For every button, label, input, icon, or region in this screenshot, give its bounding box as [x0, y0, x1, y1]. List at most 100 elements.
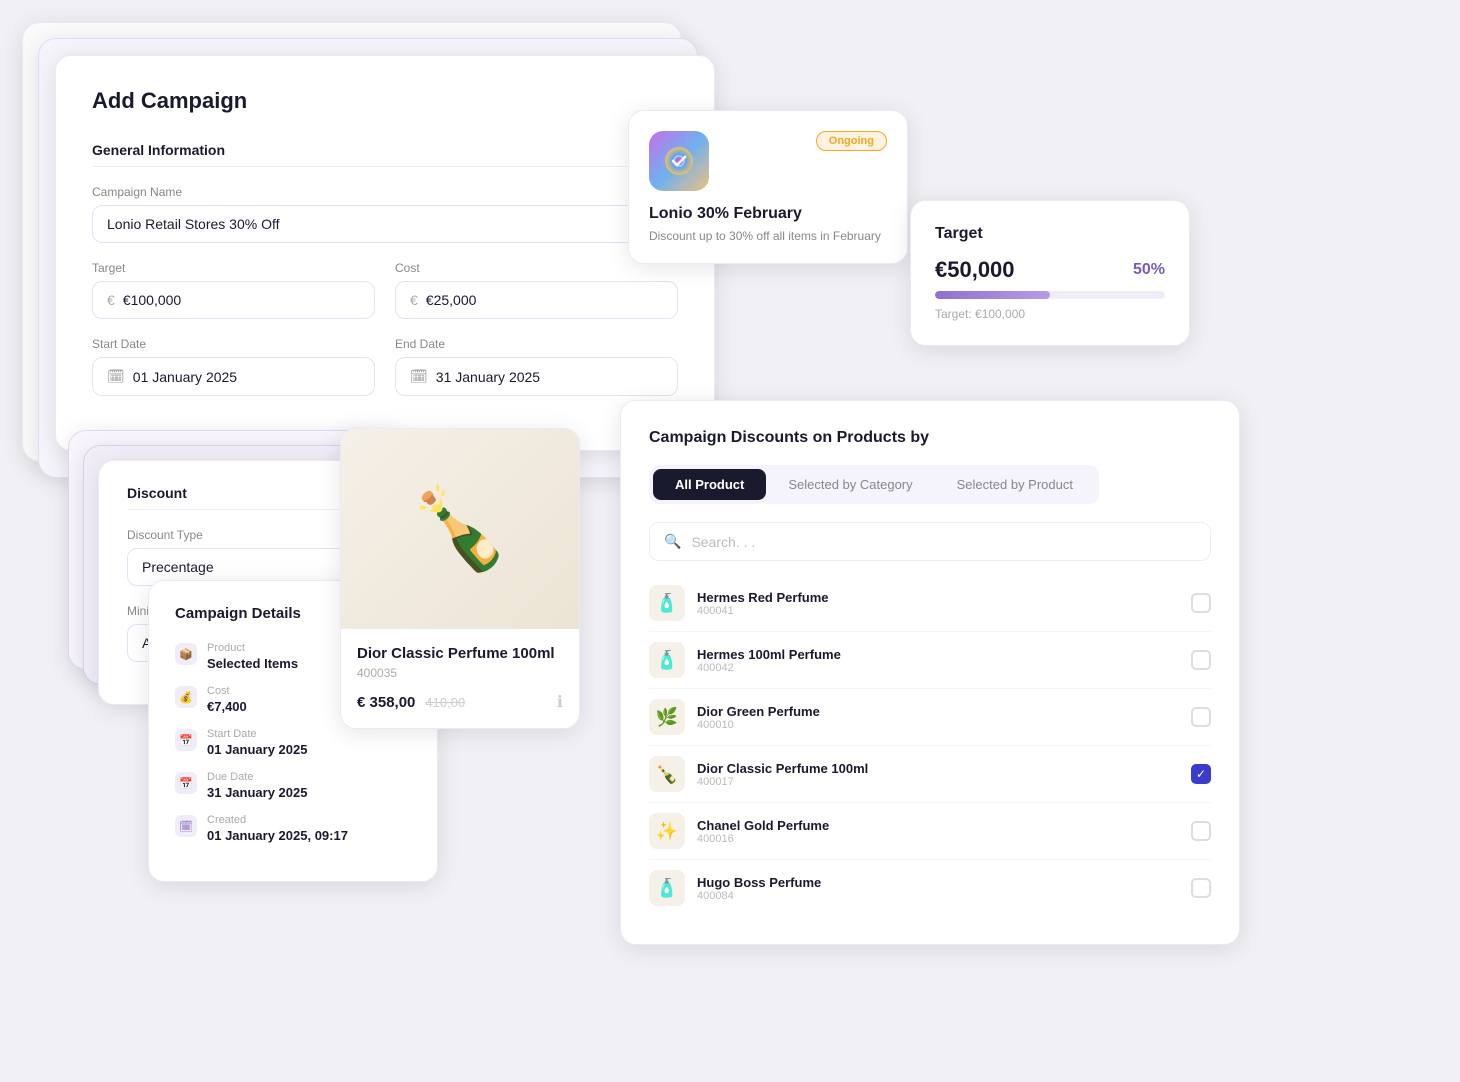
- target-card-title: Target: [935, 225, 1165, 243]
- ongoing-title: Lonio 30% February: [649, 205, 887, 223]
- search-icon: 🔍: [664, 533, 681, 550]
- list-item: ✨ Chanel Gold Perfume 400016: [649, 803, 1211, 860]
- start-calendar-icon: 🗓: [107, 368, 125, 385]
- detail-created-info: Created 01 January 2025, 09:17: [207, 814, 348, 843]
- detail-cost-value: €7,400: [207, 699, 247, 714]
- detail-created: 🗓 Created 01 January 2025, 09:17: [175, 814, 411, 843]
- product-name: Dior Classic Perfume 100ml: [357, 645, 563, 662]
- dates-row: Start Date 🗓 01 January 2025 End Date 🗓 …: [92, 337, 678, 414]
- detail-product-info: Product Selected Items: [207, 642, 298, 671]
- product-list-code-4: 400016: [697, 833, 1179, 845]
- end-date-value: 31 January 2025: [436, 369, 540, 385]
- list-item: 🧴 Hermes Red Perfume 400041: [649, 575, 1211, 632]
- detail-product-label: Product: [207, 642, 298, 654]
- product-list-info-3: Dior Classic Perfume 100ml 400017: [697, 761, 1179, 788]
- ongoing-header: Ongoing: [649, 131, 887, 191]
- product-list-code-5: 400084: [697, 890, 1179, 902]
- product-price-current: € 358,00: [357, 694, 415, 711]
- target-group: Target € €100,000: [92, 261, 375, 319]
- product-list-info-5: Hugo Boss Perfume 400084: [697, 875, 1179, 902]
- product-list-code-2: 400010: [697, 719, 1179, 731]
- checkbox-1[interactable]: [1191, 650, 1211, 670]
- cost-euro: €: [410, 292, 418, 308]
- cost-value: €25,000: [426, 292, 477, 308]
- target-cost-row: Target € €100,000 Cost € €25,000: [92, 261, 678, 337]
- product-price-old: 410,00: [425, 695, 465, 710]
- target-input[interactable]: € €100,000: [92, 281, 375, 319]
- discount-type-value: Precentage: [142, 559, 214, 575]
- detail-start-info: Start Date 01 January 2025: [207, 728, 307, 757]
- product-thumb-0: 🧴: [649, 585, 685, 621]
- end-date-group: End Date 🗓 31 January 2025: [395, 337, 678, 396]
- target-percent: 50%: [1133, 261, 1165, 279]
- detail-cost-label: Cost: [207, 685, 247, 697]
- product-list-info-1: Hermes 100ml Perfume 400042: [697, 647, 1179, 674]
- detail-start-label: Start Date: [207, 728, 307, 740]
- checkbox-2[interactable]: [1191, 707, 1211, 727]
- product-list-name-3: Dior Classic Perfume 100ml: [697, 761, 1179, 776]
- target-amount: €50,000: [935, 257, 1015, 283]
- tab-selected-by-category[interactable]: Selected by Category: [766, 469, 934, 500]
- end-date-label: End Date: [395, 337, 678, 351]
- cost-label: Cost: [395, 261, 678, 275]
- product-thumb-3: 🍾: [649, 756, 685, 792]
- detail-created-value: 01 January 2025, 09:17: [207, 828, 348, 843]
- end-date-input[interactable]: 🗓 31 January 2025: [395, 357, 678, 396]
- cost-group: Cost € €25,000: [395, 261, 678, 319]
- cost-icon: 💰: [175, 686, 197, 708]
- product-sku: 400035: [357, 666, 563, 680]
- product-list-info-2: Dior Green Perfume 400010: [697, 704, 1179, 731]
- target-card: Target €50,000 50% Target: €100,000: [910, 200, 1190, 346]
- detail-start-date: 📅 Start Date 01 January 2025: [175, 728, 411, 757]
- target-label: Target: €100,000: [935, 307, 1165, 321]
- target-label: Target: [92, 261, 375, 275]
- due-date-icon: 📅: [175, 772, 197, 794]
- list-item: 🌿 Dior Green Perfume 400010: [649, 689, 1211, 746]
- target-amount-row: €50,000 50%: [935, 257, 1165, 283]
- list-item: 🧴 Hermes 100ml Perfume 400042: [649, 632, 1211, 689]
- created-icon: 🗓: [175, 815, 197, 837]
- cost-input[interactable]: € €25,000: [395, 281, 678, 319]
- campaign-name-input[interactable]: Lonio Retail Stores 30% Off: [92, 205, 678, 243]
- start-date-label: Start Date: [92, 337, 375, 351]
- target-euro: €: [107, 292, 115, 308]
- list-item: 🧴 Hugo Boss Perfume 400084: [649, 860, 1211, 916]
- product-list-code-3: 400017: [697, 776, 1179, 788]
- search-bar[interactable]: 🔍 Search. . .: [649, 522, 1211, 561]
- product-icon: 📦: [175, 643, 197, 665]
- product-list-info-4: Chanel Gold Perfume 400016: [697, 818, 1179, 845]
- product-list-code-1: 400042: [697, 662, 1179, 674]
- product-thumb-4: ✨: [649, 813, 685, 849]
- product-info-icon: ℹ: [557, 692, 563, 712]
- start-date-input[interactable]: 🗓 01 January 2025: [92, 357, 375, 396]
- product-list-code-0: 400041: [697, 605, 1179, 617]
- product-thumb-5: 🧴: [649, 870, 685, 906]
- tab-selected-by-product[interactable]: Selected by Product: [935, 469, 1095, 500]
- ongoing-status-badge: Ongoing: [816, 131, 887, 151]
- checkbox-3[interactable]: ✓: [1191, 764, 1211, 784]
- end-calendar-icon: 🗓: [410, 368, 428, 385]
- start-date-value: 01 January 2025: [133, 369, 237, 385]
- product-card: 🍾 Dior Classic Perfume 100ml 400035 € 35…: [340, 428, 580, 729]
- product-list-name-5: Hugo Boss Perfume: [697, 875, 1179, 890]
- start-date-group: Start Date 🗓 01 January 2025: [92, 337, 375, 396]
- product-list-name-0: Hermes Red Perfume: [697, 590, 1179, 605]
- checkbox-5[interactable]: [1191, 878, 1211, 898]
- product-list-info-0: Hermes Red Perfume 400041: [697, 590, 1179, 617]
- detail-due-info: Due Date 31 January 2025: [207, 771, 307, 800]
- product-image: 🍾: [341, 429, 579, 629]
- checkbox-4[interactable]: [1191, 821, 1211, 841]
- campaign-name-value: Lonio Retail Stores 30% Off: [107, 216, 280, 232]
- target-progress-bar: [935, 291, 1165, 299]
- campaign-name-label: Campaign Name: [92, 185, 678, 199]
- products-panel-title: Campaign Discounts on Products by: [649, 429, 1211, 447]
- ongoing-logo: [649, 131, 709, 191]
- detail-due-value: 31 January 2025: [207, 785, 307, 800]
- product-info: Dior Classic Perfume 100ml 400035 € 358,…: [341, 629, 579, 728]
- start-date-icon: 📅: [175, 729, 197, 751]
- checkbox-0[interactable]: [1191, 593, 1211, 613]
- product-thumb-1: 🧴: [649, 642, 685, 678]
- tab-all-product[interactable]: All Product: [653, 469, 766, 500]
- campaign-name-group: Campaign Name Lonio Retail Stores 30% Of…: [92, 185, 678, 243]
- target-value: €100,000: [123, 292, 181, 308]
